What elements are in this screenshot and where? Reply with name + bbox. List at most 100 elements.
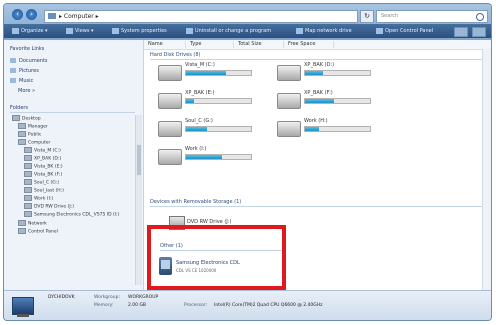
tree-item-network[interactable]: Network bbox=[18, 220, 47, 227]
drive-item-c[interactable]: Vista_M (C:) bbox=[158, 62, 273, 82]
drive-usage-bar bbox=[185, 126, 252, 132]
memory-value: 2.00 GB bbox=[128, 303, 147, 308]
drive-item-i[interactable]: Work (I:) bbox=[158, 146, 273, 166]
tree-item-desktop[interactable]: Desktop bbox=[12, 115, 41, 122]
views-menu[interactable]: Views ▾ bbox=[66, 27, 94, 35]
content-scrollbar[interactable] bbox=[482, 49, 491, 290]
tree-scrollbar-thumb[interactable] bbox=[137, 145, 141, 175]
sidebar-item-pictures[interactable]: Pictures bbox=[10, 68, 39, 75]
drive-usage-bar bbox=[304, 70, 371, 76]
folders-header[interactable]: Folders bbox=[10, 105, 135, 113]
control-panel-icon bbox=[18, 228, 26, 234]
user-folder-icon bbox=[18, 123, 26, 129]
organize-menu[interactable]: Organize ▾ bbox=[12, 27, 48, 35]
command-bar: Organize ▾ Views ▾ System properties Uni… bbox=[4, 24, 491, 38]
music-icon bbox=[10, 78, 16, 83]
tree-item-drive-f[interactable]: Vista_BK (F:) bbox=[24, 171, 62, 178]
computer-icon bbox=[18, 139, 26, 145]
hard-drive-icon bbox=[158, 149, 182, 165]
drive-icon bbox=[24, 163, 32, 169]
tree-item-drive-h[interactable]: Soul_last (H:) bbox=[24, 187, 64, 194]
processor-value: Intel(R) Core(TM)2 Quad CPU Q6600 @ 2.40… bbox=[214, 303, 323, 308]
drive-icon bbox=[24, 195, 32, 201]
group-hard-disk-drives[interactable]: Hard Disk Drives (8) bbox=[150, 51, 485, 60]
hard-drive-icon bbox=[158, 121, 182, 137]
network-icon bbox=[18, 220, 26, 226]
view-toggle-icon[interactable] bbox=[454, 27, 468, 37]
highlight-box bbox=[147, 225, 286, 290]
map-drive-icon bbox=[296, 27, 303, 34]
tree-item-samsung-device[interactable]: Samsung Electronics CDL_VS75 ID (I:) bbox=[24, 211, 119, 218]
drive-item-e[interactable]: XP_BAK (E:) bbox=[158, 90, 273, 110]
memory-label: Memory: bbox=[94, 303, 114, 308]
tree-item-drive-g[interactable]: Soul_C (G:) bbox=[24, 179, 59, 186]
computer-icon bbox=[48, 13, 56, 19]
hard-drive-icon bbox=[277, 65, 301, 81]
column-free-space[interactable]: Free Space bbox=[284, 41, 334, 48]
address-bar[interactable]: ▸ Computer ▸ bbox=[44, 10, 358, 23]
back-button[interactable]: ‹ bbox=[12, 9, 23, 20]
uninstall-icon bbox=[186, 27, 193, 34]
drive-item-d[interactable]: XP_BAK (D:) bbox=[277, 62, 392, 82]
drive-usage-bar bbox=[185, 98, 252, 104]
tree-item-public[interactable]: Public bbox=[18, 131, 41, 138]
drive-item-f[interactable]: XP_BAK (F:) bbox=[277, 90, 392, 110]
search-icon[interactable] bbox=[476, 13, 484, 21]
device-icon bbox=[24, 211, 32, 217]
workgroup-label: Workgroup: bbox=[94, 295, 120, 300]
tree-item-manager[interactable]: Manager bbox=[18, 123, 48, 130]
computer-icon bbox=[12, 297, 34, 317]
tree-item-dvd-drive[interactable]: DVD RW Drive (J:) bbox=[24, 203, 74, 210]
tree-scrollbar[interactable] bbox=[135, 115, 142, 285]
views-icon bbox=[66, 27, 73, 34]
drive-item-h[interactable]: Work (H:) bbox=[277, 118, 392, 138]
group-removable-storage[interactable]: Devices with Removable Storage (1) bbox=[150, 198, 485, 207]
search-input[interactable]: Search bbox=[376, 10, 488, 23]
favorite-links-header: Favorite Links bbox=[10, 46, 45, 52]
details-pane: DYCHIDOVK Workgroup: WORKGROUP Memory: 2… bbox=[4, 290, 491, 320]
column-total-size[interactable]: Total Size bbox=[234, 41, 284, 48]
column-type[interactable]: Type bbox=[186, 41, 234, 48]
drive-usage-bar bbox=[304, 126, 371, 132]
drive-icon bbox=[24, 187, 32, 193]
pictures-icon bbox=[10, 68, 16, 73]
drive-icon bbox=[24, 147, 32, 153]
tree-item-control-panel[interactable]: Control Panel bbox=[18, 228, 58, 235]
tree-item-computer[interactable]: Computer bbox=[18, 139, 50, 146]
processor-label: Processor: bbox=[184, 303, 208, 308]
system-properties-button[interactable]: System properties bbox=[112, 27, 167, 35]
search-placeholder: Search bbox=[381, 13, 399, 19]
column-name[interactable]: Name bbox=[144, 41, 186, 48]
uninstall-program-button[interactable]: Uninstall or change a program bbox=[186, 27, 271, 35]
title-bar: ‹ › ▸ Computer ▸ ↻ Search Organize ▾ Vie… bbox=[4, 4, 491, 40]
drive-usage-bar bbox=[185, 70, 252, 76]
tree-item-drive-i[interactable]: Work (I:) bbox=[24, 195, 53, 202]
column-header: Name Type Total Size Free Space bbox=[144, 40, 491, 50]
hard-drive-icon bbox=[277, 93, 301, 109]
drive-usage-bar bbox=[185, 154, 252, 160]
sidebar-item-music[interactable]: Music bbox=[10, 78, 33, 85]
help-icon[interactable] bbox=[472, 27, 486, 37]
computer-name: DYCHIDOVK bbox=[48, 295, 75, 300]
organize-icon bbox=[12, 27, 19, 34]
tree-item-drive-e[interactable]: Vista_BK (E:) bbox=[24, 163, 63, 170]
control-panel-button[interactable]: Open Control Panel bbox=[376, 27, 433, 35]
map-drive-button[interactable]: Map network drive bbox=[296, 27, 352, 35]
documents-icon bbox=[10, 58, 16, 63]
system-properties-icon bbox=[112, 27, 119, 34]
sidebar-item-documents[interactable]: Documents bbox=[10, 58, 48, 65]
navigation-pane: Favorite Links Documents Pictures Music … bbox=[4, 40, 144, 290]
control-panel-icon bbox=[376, 27, 383, 34]
tree-item-drive-d[interactable]: XP_BAK (D:) bbox=[24, 155, 61, 162]
folder-icon bbox=[18, 131, 26, 137]
drive-item-g[interactable]: Soul_C (G:) bbox=[158, 118, 273, 138]
refresh-button[interactable]: ↻ bbox=[360, 10, 374, 23]
address-crumb: ▸ Computer ▸ bbox=[59, 13, 99, 20]
forward-button[interactable]: › bbox=[26, 9, 37, 20]
tree-item-drive-c[interactable]: Vista_M (C:) bbox=[24, 147, 61, 154]
desktop-icon bbox=[12, 115, 20, 121]
workgroup-value: WORKGROUP bbox=[128, 295, 159, 300]
hard-drive-icon bbox=[277, 121, 301, 137]
drive-icon bbox=[24, 179, 32, 185]
sidebar-more-link[interactable]: More » bbox=[18, 88, 35, 95]
